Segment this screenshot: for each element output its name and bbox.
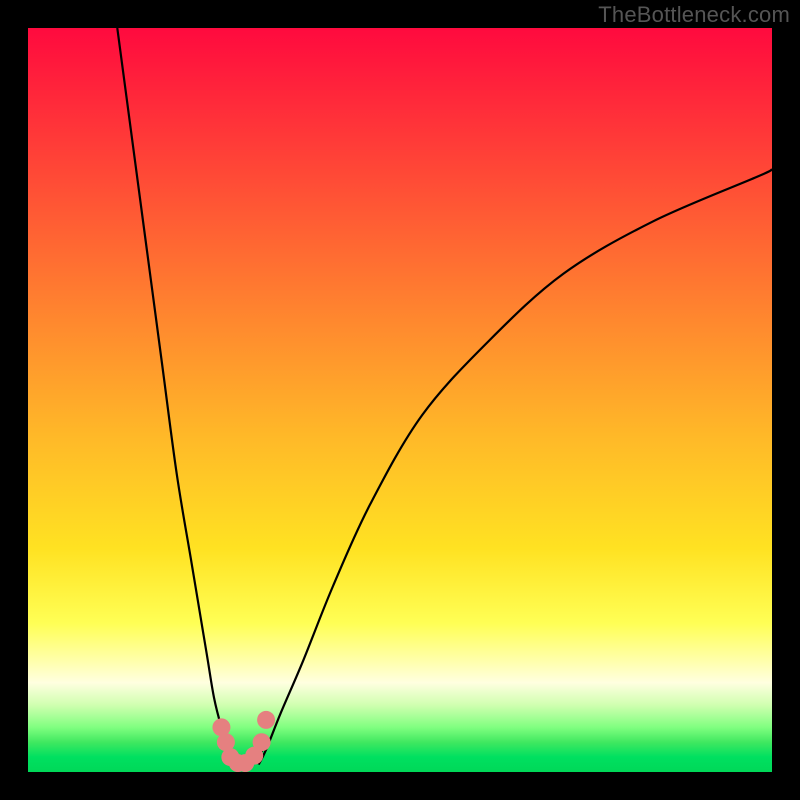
- chart-svg: [28, 28, 772, 772]
- watermark-text: TheBottleneck.com: [598, 2, 790, 28]
- bottleneck-right-curve: [259, 169, 772, 764]
- curve-layer: [117, 28, 772, 765]
- valley-marker: [257, 711, 275, 729]
- marker-layer: [212, 711, 275, 772]
- plot-area: [28, 28, 772, 772]
- valley-marker: [253, 733, 271, 751]
- bottleneck-left-curve: [117, 28, 236, 765]
- outer-frame: TheBottleneck.com: [0, 0, 800, 800]
